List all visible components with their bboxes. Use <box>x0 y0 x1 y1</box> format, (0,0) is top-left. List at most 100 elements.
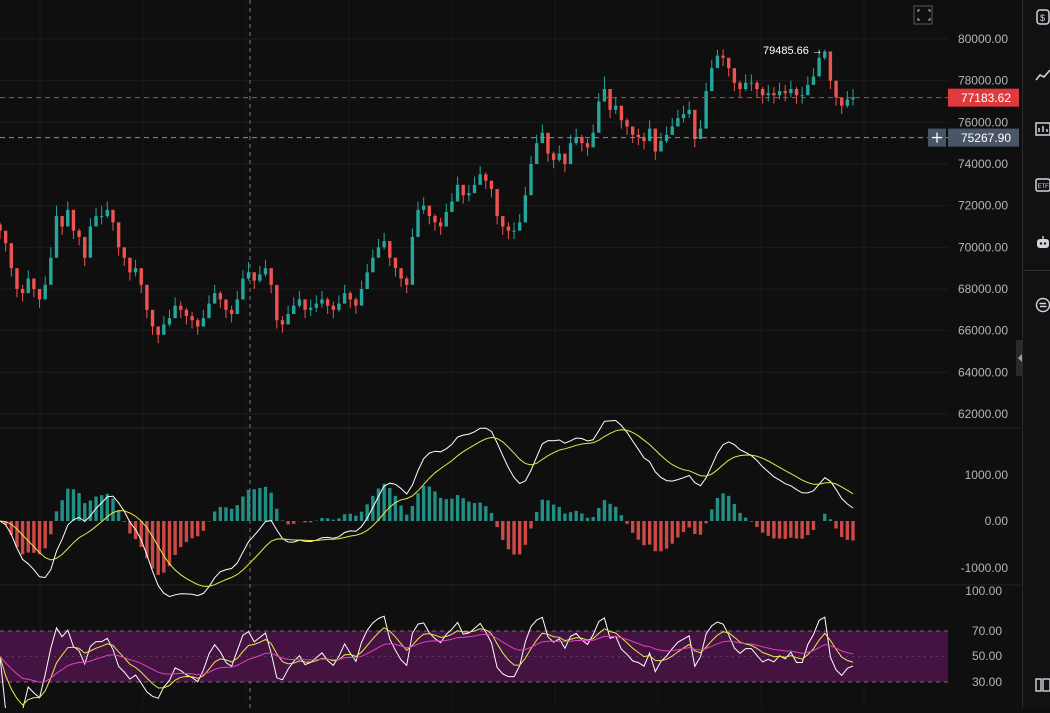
candle <box>744 83 747 89</box>
macd-histogram-bar <box>631 521 634 533</box>
candle <box>275 285 278 320</box>
candle <box>721 56 724 58</box>
macd-histogram-bar <box>360 512 363 521</box>
macd-histogram-bar <box>625 521 628 524</box>
candle <box>236 299 239 314</box>
macd-histogram-bar <box>388 488 391 521</box>
candle <box>281 320 284 324</box>
candle <box>501 216 504 226</box>
macd-histogram-bar <box>795 521 798 539</box>
price-tick-label: 68000.00 <box>958 282 1008 296</box>
panel-icon[interactable] <box>1023 668 1050 702</box>
candle <box>834 81 837 98</box>
candle <box>89 227 92 258</box>
candle <box>495 189 498 216</box>
macd-histogram-bar <box>179 521 182 547</box>
macd-histogram-bar <box>524 521 527 545</box>
candle <box>128 258 131 273</box>
macd-histogram-bar <box>394 496 397 521</box>
candle <box>0 224 2 230</box>
macd-histogram-bar <box>185 521 188 542</box>
etf-icon[interactable]: ETF <box>1023 168 1050 202</box>
candle <box>337 304 340 310</box>
candle <box>190 316 193 320</box>
candle <box>445 212 448 227</box>
macd-histogram-bar <box>281 520 284 521</box>
macd-histogram-bar <box>687 521 690 527</box>
macd-line <box>0 421 853 597</box>
chart-canvas[interactable]: 79485.66 → 80000.0078000.0076000.0074000… <box>0 0 1022 708</box>
exchange-icon[interactable] <box>1023 288 1050 322</box>
candle <box>761 89 764 95</box>
candle <box>173 306 176 319</box>
macd-histogram-bar <box>89 500 92 521</box>
macd-histogram-bar <box>597 508 600 521</box>
indicators-icon[interactable] <box>1023 112 1050 146</box>
macd-histogram-bar <box>693 521 696 534</box>
chart-area[interactable]: 79485.66 → 80000.0078000.0076000.0074000… <box>0 0 1022 708</box>
candle <box>241 279 244 300</box>
candle <box>303 299 306 309</box>
macd-pane <box>0 421 855 597</box>
macd-histogram-bar <box>738 513 741 521</box>
candle <box>597 102 600 133</box>
trend-icon[interactable] <box>1023 58 1050 92</box>
candle <box>388 241 391 258</box>
macd-histogram-bar <box>575 511 578 521</box>
macd-histogram-bar <box>614 507 617 521</box>
candle <box>10 243 13 268</box>
price-axis: 80000.0078000.0076000.0074000.0072000.00… <box>928 32 1019 689</box>
candle <box>789 89 792 93</box>
macd-histogram-bar <box>77 493 80 521</box>
macd-histogram-bar <box>473 503 476 521</box>
candle <box>795 89 798 95</box>
macd-histogram-bar <box>704 521 707 523</box>
macd-tick-label: -1000.00 <box>961 561 1009 575</box>
macd-histogram-bar <box>462 498 465 521</box>
candle <box>4 231 7 244</box>
macd-histogram-bar <box>219 507 222 521</box>
candle <box>140 268 143 285</box>
fullscreen-icon[interactable] <box>914 6 932 24</box>
macd-histogram-bar <box>309 521 312 522</box>
candle <box>320 299 323 303</box>
candle <box>676 118 679 126</box>
candle <box>569 143 572 164</box>
candle <box>422 206 425 210</box>
macd-histogram-bar <box>43 521 46 548</box>
candle <box>399 268 402 278</box>
dollar-icon[interactable]: $ <box>1023 0 1050 34</box>
candle <box>738 83 741 89</box>
bot-icon[interactable] <box>1023 226 1050 260</box>
macd-histogram-bar <box>778 521 781 539</box>
macd-histogram-bar <box>286 521 289 524</box>
macd-histogram-bar <box>812 521 815 530</box>
candle <box>349 293 352 299</box>
macd-histogram-bar <box>21 521 24 554</box>
macd-histogram-bar <box>478 503 481 521</box>
macd-histogram-bar <box>699 521 702 535</box>
candle <box>371 258 374 273</box>
macd-histogram-bar <box>721 493 724 521</box>
macd-histogram-bar <box>727 496 730 521</box>
macd-histogram-bar <box>320 518 323 521</box>
svg-text:$: $ <box>1040 13 1045 23</box>
price-tick-label: 70000.00 <box>958 240 1008 254</box>
macd-histogram-bar <box>591 517 594 521</box>
macd-histogram-bar <box>292 521 295 524</box>
candle <box>806 85 809 95</box>
rsi-tick-label: 50.00 <box>972 649 1002 663</box>
candle <box>603 89 606 102</box>
macd-histogram-bar <box>800 521 803 539</box>
macd-histogram-bar <box>428 487 431 521</box>
macd-histogram-bar <box>269 493 272 521</box>
candle <box>648 129 651 142</box>
macd-histogram-bar <box>202 521 205 531</box>
rsi-tick-label: 70.00 <box>972 624 1002 638</box>
price-tick-label: 76000.00 <box>958 115 1008 129</box>
candle <box>309 308 312 310</box>
candle <box>433 216 436 222</box>
candle <box>524 195 527 222</box>
candle <box>507 227 510 231</box>
candle <box>654 129 657 152</box>
